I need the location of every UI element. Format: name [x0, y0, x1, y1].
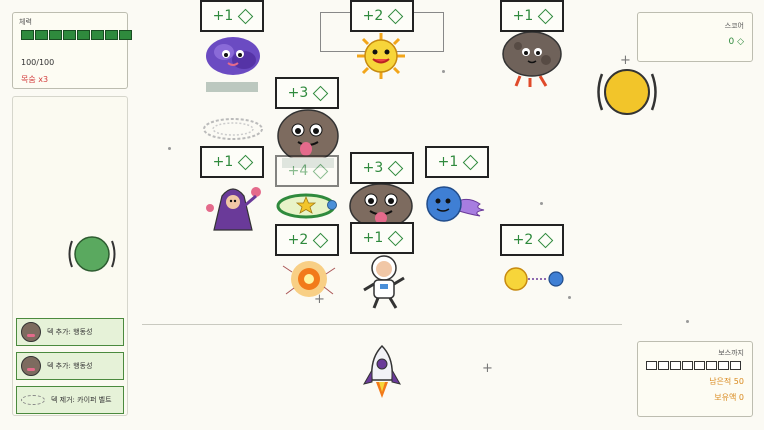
- deck-card-label: 덱 추가: 행동성: [47, 362, 93, 370]
- boss-segment: [670, 361, 681, 370]
- enemies-remaining: 남은적 50: [709, 377, 744, 386]
- reward-badge: +1: [425, 146, 489, 178]
- reward-amount: +1: [512, 8, 534, 24]
- diamond-icon: [463, 154, 479, 170]
- player-rocket-icon[interactable]: [360, 344, 404, 400]
- green-orb-icon[interactable]: [66, 233, 118, 275]
- rock-asteroid-icon[interactable]: [500, 30, 564, 88]
- asteroid-icon: [21, 322, 41, 342]
- score-value: 0 ◇: [728, 37, 744, 47]
- hp-segment: [105, 30, 118, 40]
- reward-badge: +2: [350, 0, 414, 32]
- reward-badge: +2: [275, 224, 339, 256]
- deck-card[interactable]: 덱 제거: 카이퍼 벨트: [16, 386, 124, 414]
- reward-amount: +3: [362, 160, 384, 176]
- reward-badge: +2: [500, 224, 564, 256]
- reward-amount: +1: [212, 8, 234, 24]
- yellow-orb-icon[interactable]: [594, 66, 660, 118]
- reward-badge: +1: [200, 0, 264, 32]
- binary-star-icon[interactable]: [500, 264, 568, 294]
- diamond-icon: [538, 8, 554, 24]
- diamond-icon: [238, 8, 254, 24]
- diamond-icon: [388, 8, 404, 24]
- score-title: 스코어: [724, 22, 744, 30]
- star-dot: [686, 320, 689, 323]
- kuiper-belt-icon[interactable]: [201, 115, 265, 143]
- hp-bar: [21, 30, 132, 40]
- orbit-star-icon[interactable]: [276, 190, 340, 222]
- reward-badge: +3: [350, 152, 414, 184]
- score-panel: 스코어 0 ◇: [637, 12, 753, 62]
- hp-segment: [63, 30, 76, 40]
- money-held: 보유액 0: [714, 393, 744, 402]
- diamond-icon: [388, 160, 404, 176]
- reward-amount: +2: [512, 232, 534, 248]
- diamond-icon: [388, 230, 404, 246]
- star-dot: [540, 202, 543, 205]
- boss-segment: [682, 361, 693, 370]
- boss-segment: [706, 361, 717, 370]
- boss-segment: [658, 361, 669, 370]
- jellyfish-planet-icon[interactable]: [424, 184, 490, 224]
- hp-panel: 체력 100/100 목숨 x3: [12, 12, 132, 89]
- hp-segment: [119, 30, 132, 40]
- reward-amount: +1: [212, 154, 234, 170]
- hp-value: 100/100: [21, 58, 55, 67]
- deck-card-label: 덱 제거: 카이퍼 벨트: [51, 396, 112, 404]
- lives-count: 목숨 x3: [21, 75, 49, 84]
- asteroid-icon: [21, 356, 41, 376]
- star-dot: [442, 70, 445, 73]
- sun-monster-icon[interactable]: [352, 32, 410, 80]
- nebula-label-bg: [206, 82, 258, 92]
- reward-amount: +1: [437, 154, 459, 170]
- kuiper-belt-icon: [21, 395, 45, 405]
- hp-segment: [35, 30, 48, 40]
- diamond-icon: [313, 232, 329, 248]
- boss-progress-bar: [646, 361, 741, 370]
- play-area-divider: [142, 324, 622, 325]
- boss-segment: [646, 361, 657, 370]
- star-dot: [168, 147, 171, 150]
- asteroid-monster-icon[interactable]: [348, 180, 414, 228]
- wizard-monster-icon[interactable]: [202, 178, 264, 232]
- hp-title: 체력: [19, 18, 32, 26]
- deck-card-label: 덱 추가: 행동성: [47, 328, 93, 336]
- reward-badge: +1: [200, 146, 264, 178]
- diamond-icon: [313, 163, 329, 179]
- diamond-icon: [313, 85, 329, 101]
- reward-amount: +4: [287, 163, 309, 179]
- boss-panel: 보스까지 남은적 50 보유액 0: [637, 341, 753, 417]
- crosshair-icon: +: [482, 361, 493, 376]
- reward-badge: +4: [275, 155, 339, 187]
- boss-segment: [694, 361, 705, 370]
- reward-amount: +1: [362, 230, 384, 246]
- supernova-icon[interactable]: [278, 256, 340, 302]
- nebula-monster-icon[interactable]: [202, 32, 264, 80]
- reward-badge: +3: [275, 77, 339, 109]
- reward-amount: +2: [287, 232, 309, 248]
- boss-segment: [718, 361, 729, 370]
- hp-segment: [91, 30, 104, 40]
- hp-segment: [77, 30, 90, 40]
- boss-title: 보스까지: [718, 349, 744, 357]
- reward-amount: +2: [362, 8, 384, 24]
- diamond-icon: [538, 232, 554, 248]
- deck-card[interactable]: 덱 추가: 행동성: [16, 318, 124, 346]
- hp-segment: [21, 30, 34, 40]
- hp-segment: [49, 30, 62, 40]
- astronaut-icon[interactable]: [358, 254, 410, 310]
- boss-segment: [730, 361, 741, 370]
- reward-badge: +1: [350, 222, 414, 254]
- diamond-icon: [238, 154, 254, 170]
- star-dot: [568, 296, 571, 299]
- reward-badge: +1: [500, 0, 564, 32]
- reward-amount: +3: [287, 85, 309, 101]
- deck-card[interactable]: 덱 추가: 행동성: [16, 352, 124, 380]
